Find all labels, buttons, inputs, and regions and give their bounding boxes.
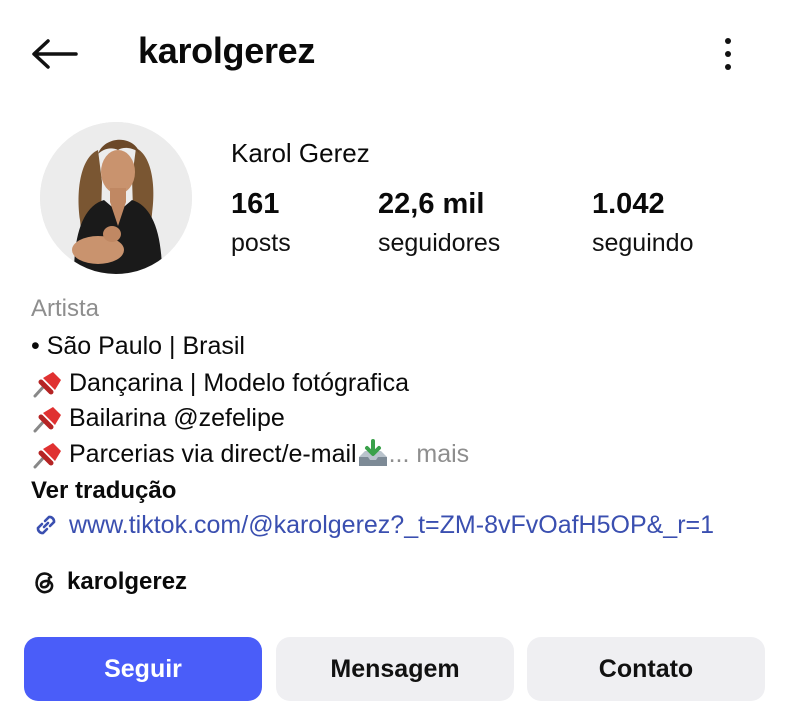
stat-label: seguindo xyxy=(592,229,694,257)
pushpin-icon xyxy=(33,443,61,469)
bio-line-location: • São Paulo | Brasil xyxy=(31,332,245,361)
bio-line-dancer: Bailarina @zefelipe xyxy=(31,403,285,433)
more-dot xyxy=(725,64,731,70)
threads-icon xyxy=(35,572,54,594)
stat-value: 22,6 mil xyxy=(378,188,485,220)
link-icon xyxy=(36,515,56,535)
contact-button[interactable]: Contato xyxy=(527,637,765,701)
see-translation-button[interactable]: Ver tradução xyxy=(31,477,176,505)
back-button[interactable] xyxy=(28,34,80,74)
inbox-download-icon xyxy=(358,439,387,466)
avatar[interactable] xyxy=(40,122,192,274)
stat-label: posts xyxy=(231,229,291,257)
threads-badge[interactable]: karolgerez xyxy=(31,568,187,596)
page-title: karolgerez xyxy=(138,30,316,71)
stat-following[interactable]: 1.042 seguindo xyxy=(592,188,693,258)
bio-text: Parcerias via direct/e-mail xyxy=(69,439,357,468)
more-options-button[interactable] xyxy=(708,32,748,76)
stat-followers[interactable]: 22,6 mil seguidores xyxy=(378,188,500,258)
pushpin-icon xyxy=(33,372,61,398)
pushpin-icon xyxy=(33,407,61,433)
bio-link-text: www.tiktok.com/@karolgerez?_t=ZM-8vFvOaf… xyxy=(69,510,715,539)
bio-text: Bailarina @zefelipe xyxy=(69,403,285,432)
display-name: Karol Gerez xyxy=(231,138,370,168)
message-button[interactable]: Mensagem xyxy=(276,637,514,701)
bio-text: • São Paulo | Brasil xyxy=(31,332,245,360)
arrow-left-icon xyxy=(32,39,78,69)
more-dot xyxy=(725,51,731,57)
profile-category: Artista xyxy=(31,295,100,322)
stat-value: 1.042 xyxy=(592,188,665,220)
follow-button[interactable]: Seguir xyxy=(24,637,262,701)
stat-value: 161 xyxy=(231,188,280,220)
more-vertical-icon xyxy=(725,38,731,44)
bio-line-partnerships: Parcerias via direct/e-mail ... mais xyxy=(31,439,469,469)
bio-line-profession: Dançarina | Modelo fotógrafica xyxy=(31,368,409,398)
see-more-link[interactable]: ... mais xyxy=(389,440,470,469)
stat-label: seguidores xyxy=(378,229,501,257)
bio-text: Dançarina | Modelo fotógrafica xyxy=(69,368,410,397)
stat-posts[interactable]: 161 posts xyxy=(231,188,291,258)
avatar-image xyxy=(40,122,192,274)
bio-link[interactable]: www.tiktok.com/@karolgerez?_t=ZM-8vFvOaf… xyxy=(31,510,714,540)
threads-username: karolgerez xyxy=(67,568,188,595)
